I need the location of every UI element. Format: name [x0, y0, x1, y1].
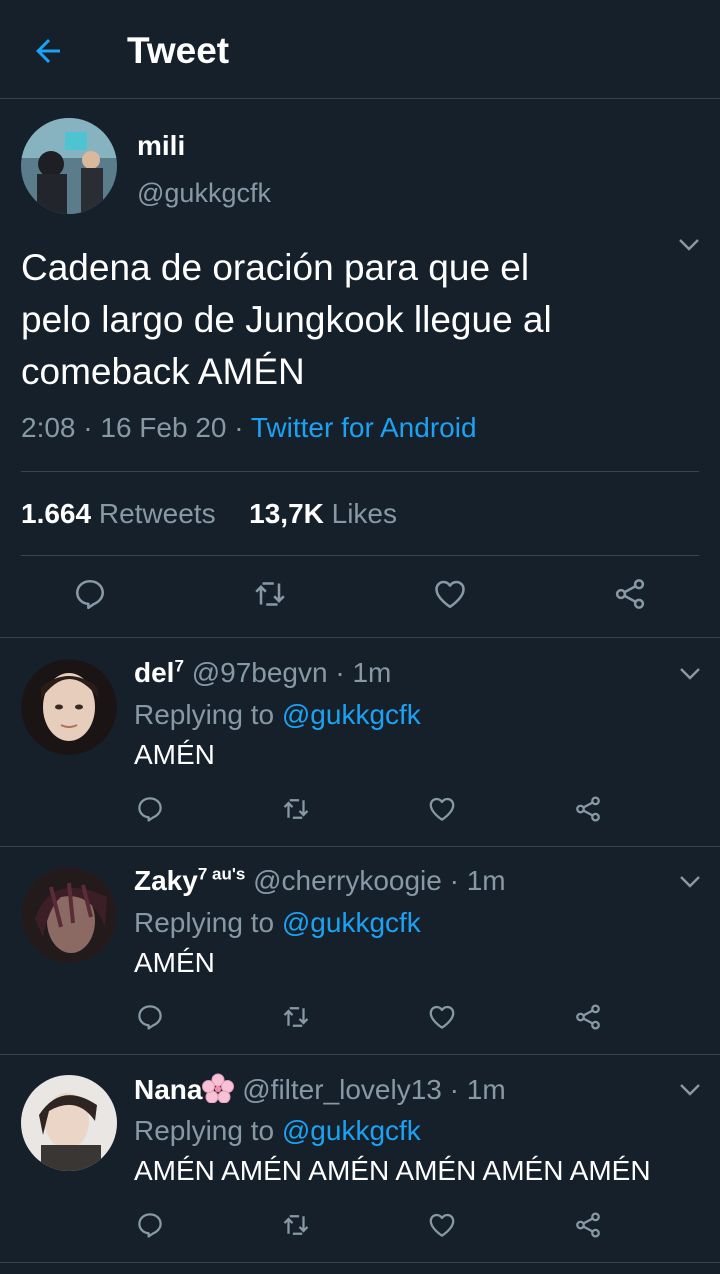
- retweet-icon[interactable]: [281, 1210, 311, 1240]
- share-icon[interactable]: [612, 576, 648, 612]
- chevron-down-icon[interactable]: [679, 667, 701, 681]
- avatar[interactable]: [21, 1075, 117, 1171]
- main-tweet: mili @gukkgcfk Cadena de oración para qu…: [0, 100, 720, 638]
- retweets-label: Retweets: [91, 498, 216, 529]
- chevron-down-icon[interactable]: [678, 238, 700, 252]
- likes-label: Likes: [323, 498, 398, 529]
- tweet-text: Cadena de oración para que el pelo largo…: [21, 242, 681, 398]
- page-title: Tweet: [127, 30, 230, 71]
- mention-link[interactable]: @gukkgcfk: [282, 699, 421, 730]
- share-icon[interactable]: [573, 1210, 603, 1240]
- reply-icon[interactable]: [135, 1002, 165, 1032]
- name-superscript: 7 au's: [197, 864, 246, 884]
- reply-icon[interactable]: [135, 1210, 165, 1240]
- tweet-stats: 1.664 Retweets 13,7K Likes: [21, 498, 397, 530]
- tweet-text-line: comeback AMÉN: [21, 351, 305, 392]
- top-bar: Tweet: [0, 0, 720, 99]
- reply-tweet[interactable]: Zaky7 au's @cherrykoogie · 1m Replying t…: [0, 847, 720, 1055]
- cherry-blossom-icon: [202, 1073, 235, 1103]
- author-name[interactable]: mili: [137, 130, 185, 162]
- like-icon[interactable]: [427, 794, 457, 824]
- mention-link[interactable]: @gukkgcfk: [282, 1115, 421, 1146]
- replying-to: Replying to @gukkgcfk: [134, 907, 421, 939]
- chevron-down-icon[interactable]: [679, 875, 701, 889]
- mention-link[interactable]: @gukkgcfk: [282, 907, 421, 938]
- reply-icon[interactable]: [135, 794, 165, 824]
- avatar[interactable]: [21, 867, 117, 963]
- likes-count: 13,7K: [249, 498, 324, 529]
- retweet-icon[interactable]: [252, 576, 288, 612]
- replying-to-label: Replying to: [134, 907, 282, 938]
- tweet-meta: 2:08 · 16 Feb 20 · Twitter for Android: [21, 412, 477, 444]
- reply-tweet[interactable]: Nana @filter_lovely13 · 1m Replying to @…: [0, 1055, 720, 1263]
- reply-header: del7 @97begvn · 1m: [134, 657, 391, 689]
- replying-to: Replying to @gukkgcfk: [134, 699, 421, 731]
- reply-author-name-text: del: [134, 657, 175, 688]
- reply-text: AMÉN: [134, 947, 215, 978]
- tweet-source-link[interactable]: Twitter for Android: [251, 412, 477, 443]
- retweet-icon[interactable]: [281, 1002, 311, 1032]
- reply-handle-time[interactable]: @filter_lovely13 · 1m: [242, 1074, 505, 1105]
- reply-author-name[interactable]: Zaky7 au's: [134, 865, 245, 896]
- avatar[interactable]: [21, 659, 117, 755]
- avatar[interactable]: [21, 118, 117, 214]
- chevron-down-icon[interactable]: [679, 1083, 701, 1097]
- tweet-actions: [0, 574, 720, 618]
- reply-author-name-text: Nana: [134, 1074, 203, 1105]
- author-handle[interactable]: @gukkgcfk: [137, 178, 271, 209]
- like-icon[interactable]: [432, 576, 468, 612]
- share-icon[interactable]: [573, 1002, 603, 1032]
- like-icon[interactable]: [427, 1002, 457, 1032]
- reply-author-name[interactable]: del7: [134, 657, 184, 688]
- retweet-icon[interactable]: [281, 794, 311, 824]
- reply-header: Zaky7 au's @cherrykoogie · 1m: [134, 865, 506, 897]
- divider: [21, 471, 699, 472]
- reply-author-name-text: Zaky: [134, 865, 198, 896]
- reply-actions: [0, 997, 720, 1037]
- reply-header: Nana @filter_lovely13 · 1m: [134, 1073, 506, 1106]
- tweet-text-line: Cadena de oración para que el: [21, 247, 530, 288]
- reply-handle-time[interactable]: @97begvn · 1m: [192, 657, 392, 688]
- reply-handle-time[interactable]: @cherrykoogie · 1m: [253, 865, 506, 896]
- divider: [21, 555, 699, 556]
- tweet-timestamp: 2:08 · 16 Feb 20 ·: [21, 412, 251, 443]
- arrow-left-icon[interactable]: [30, 33, 66, 69]
- name-superscript: 7: [174, 656, 184, 676]
- reply-text: AMÉN AMÉN AMÉN AMÉN AMÉN AMÉN: [134, 1155, 651, 1186]
- replying-to-label: Replying to: [134, 1115, 282, 1146]
- replying-to: Replying to @gukkgcfk: [134, 1115, 421, 1147]
- reply-actions: [0, 1205, 720, 1245]
- reply-text: AMÉN: [134, 739, 215, 770]
- reply-icon[interactable]: [72, 576, 108, 612]
- replying-to-label: Replying to: [134, 699, 282, 730]
- reply-actions: [0, 789, 720, 829]
- retweets-count: 1.664: [21, 498, 92, 529]
- like-icon[interactable]: [427, 1210, 457, 1240]
- retweets-stat[interactable]: 1.664 Retweets: [21, 498, 216, 529]
- share-icon[interactable]: [573, 794, 603, 824]
- reply-author-name[interactable]: Nana: [134, 1073, 235, 1105]
- reply-tweet[interactable]: del7 @97begvn · 1m Replying to @gukkgcfk…: [0, 639, 720, 847]
- likes-stat[interactable]: 13,7K Likes: [249, 498, 397, 529]
- tweet-text-line: pelo largo de Jungkook llegue al: [21, 299, 552, 340]
